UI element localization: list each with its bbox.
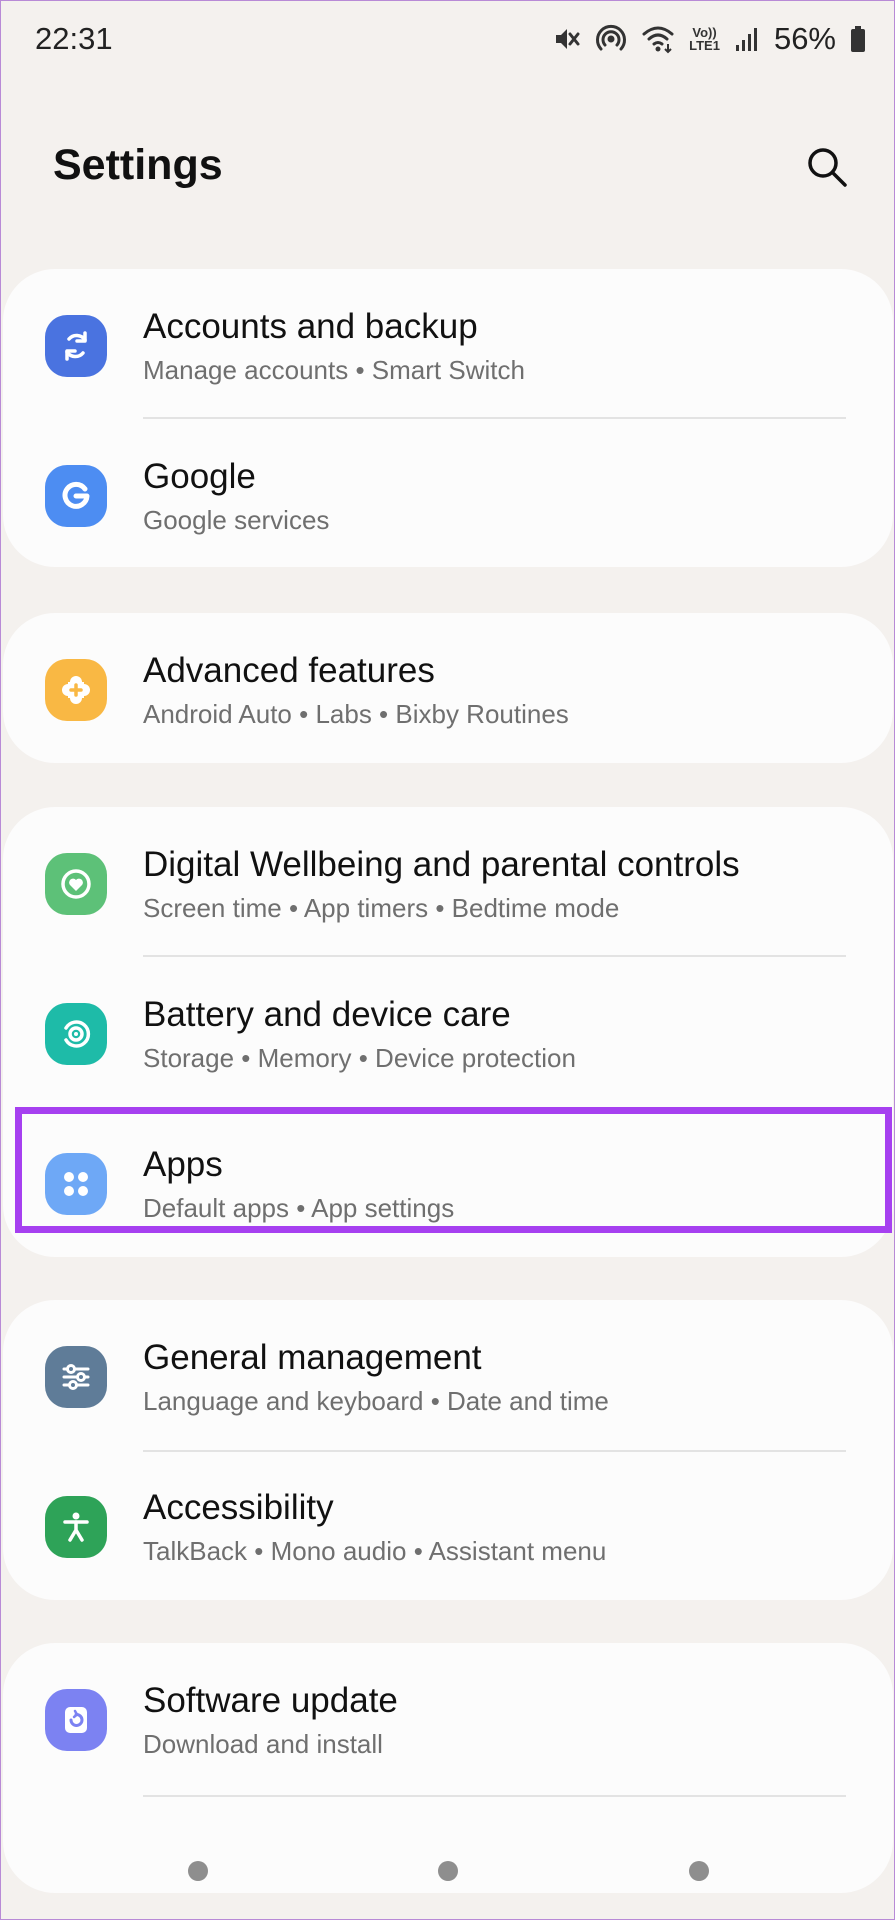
signal-icon [734,25,760,53]
volte-icon: Vo)) LTE1 [689,25,720,53]
google-item[interactable]: Google Google services [3,419,893,569]
item-title: General management [143,1338,482,1377]
back-button[interactable] [689,1861,709,1881]
google-icon [45,465,107,527]
item-subtitle: Language and keyboard • Date and time [143,1386,609,1416]
sliders-icon [45,1346,107,1408]
settings-group-general: General management Language and keyboard… [3,1300,893,1600]
update-icon [45,1689,107,1751]
advanced-features-item[interactable]: Advanced features Android Auto • Labs • … [3,613,893,763]
item-subtitle: Manage accounts • Smart Switch [143,355,525,385]
item-title: Software update [143,1681,398,1720]
item-title: Apps [143,1145,223,1184]
item-title: Battery and device care [143,995,511,1034]
search-icon [805,145,849,194]
settings-screen: 22:31 Vo)) LTE1 56% Settings Accounts an… [0,0,895,1920]
settings-group-accounts: Accounts and backup Manage accounts • Sm… [3,269,893,567]
apps-item[interactable]: Apps Default apps • App settings [3,1107,893,1257]
heart-circle-icon [45,853,107,915]
battery-percentage: 56% [773,21,836,56]
page-title: Settings [53,141,223,189]
item-subtitle: Download and install [143,1729,383,1759]
sync-icon [45,315,107,377]
item-title: Advanced features [143,651,435,690]
item-subtitle: Default apps • App settings [143,1193,455,1223]
apps-grid-icon [45,1153,107,1215]
item-subtitle: Storage • Memory • Device protection [143,1043,576,1073]
settings-group-update: Software update Download and install [3,1643,893,1893]
software-update-item[interactable]: Software update Download and install [3,1643,893,1793]
item-subtitle: Screen time • App timers • Bedtime mode [143,893,620,923]
search-button[interactable] [799,141,855,197]
general-management-item[interactable]: General management Language and keyboard… [3,1300,893,1450]
status-time: 22:31 [35,21,113,56]
digital-wellbeing-item[interactable]: Digital Wellbeing and parental controls … [3,807,893,957]
item-title: Digital Wellbeing and parental controls [143,845,740,884]
item-subtitle: Android Auto • Labs • Bixby Routines [143,699,569,729]
battery-and-device-care-item[interactable]: Battery and device care Storage • Memory… [3,957,893,1107]
accounts-and-backup-item[interactable]: Accounts and backup Manage accounts • Sm… [3,269,893,419]
recents-button[interactable] [188,1861,208,1881]
item-subtitle: Google services [143,505,330,535]
accessibility-icon [45,1496,107,1558]
accessibility-item[interactable]: Accessibility TalkBack • Mono audio • As… [3,1450,893,1600]
status-bar: 22:31 Vo)) LTE1 56% [1,1,894,77]
puzzle-gear-icon [45,659,107,721]
item-title: Google [143,457,256,496]
hotspot-icon [595,23,627,55]
settings-group-device: Digital Wellbeing and parental controls … [3,807,893,1257]
battery-icon [850,25,866,53]
mute-icon [553,25,581,53]
divider [143,1795,846,1797]
item-subtitle: TalkBack • Mono audio • Assistant menu [143,1536,607,1566]
settings-group-advanced: Advanced features Android Auto • Labs • … [3,613,893,763]
wifi-icon [641,24,675,54]
status-icons: Vo)) LTE1 56% [553,19,866,59]
item-title: Accessibility [143,1488,334,1527]
item-title: Accounts and backup [143,307,478,346]
home-button[interactable] [438,1861,458,1881]
device-care-icon [45,1003,107,1065]
